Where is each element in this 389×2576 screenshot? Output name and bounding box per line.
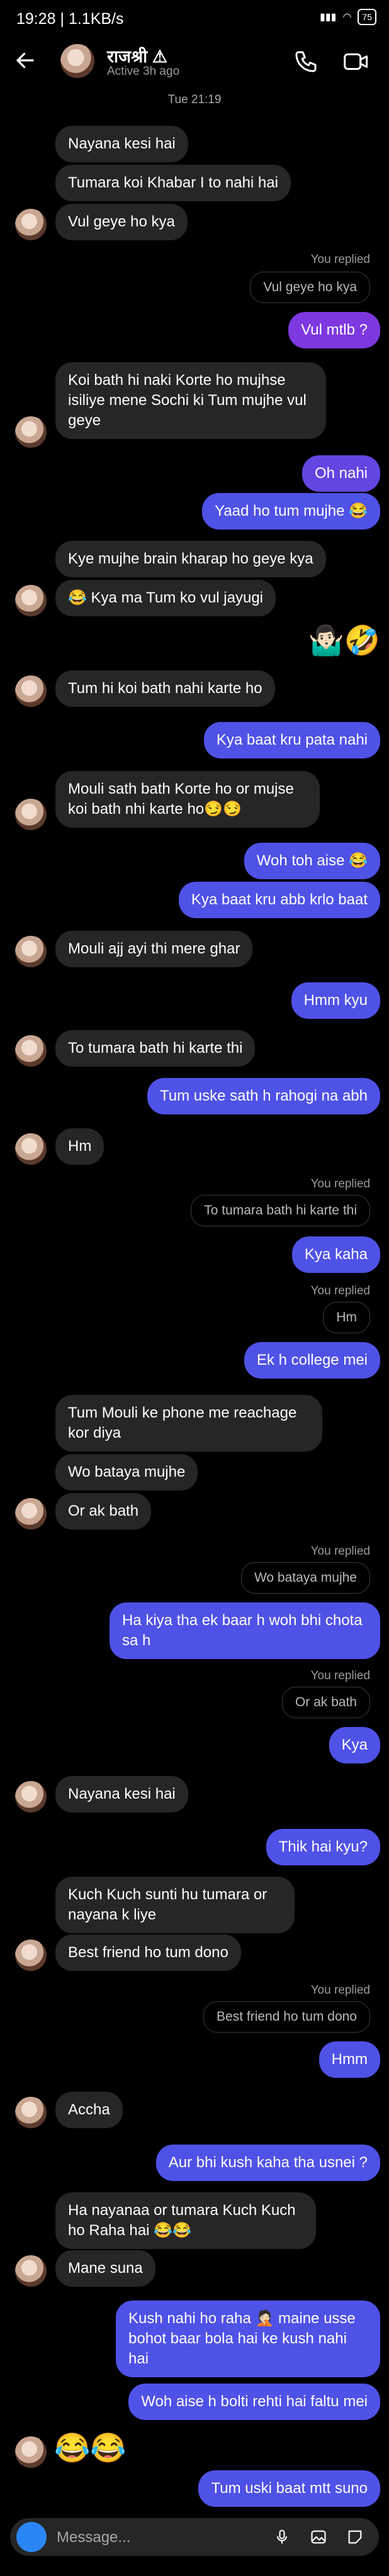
incoming-message[interactable]: To tumara bath hi karte thi	[55, 1030, 256, 1067]
microphone-icon[interactable]	[273, 2528, 291, 2546]
sender-avatar[interactable]	[15, 799, 47, 830]
outgoing-emoji[interactable]: 🤷🏻‍♂️🤣	[308, 624, 380, 657]
sender-avatar[interactable]	[15, 2097, 47, 2128]
incoming-emoji[interactable]: 😂😂	[54, 2431, 127, 2464]
video-call-icon[interactable]	[342, 49, 370, 74]
outgoing-message[interactable]: Hmm	[319, 2041, 380, 2078]
outgoing-message[interactable]: Vul mtlb ?	[288, 312, 380, 348]
incoming-message[interactable]: Or ak bath	[55, 1493, 152, 1530]
incoming-message[interactable]: 😂 Kya ma Tum ko vul jayugi	[55, 580, 276, 616]
sender-avatar[interactable]	[15, 2255, 47, 2287]
outgoing-message[interactable]: Yaad ho tum mujhe 😂	[202, 493, 380, 530]
battery-icon: 75	[358, 9, 376, 25]
quoted-message[interactable]: Wo bataya mujhe	[240, 1562, 370, 1594]
incoming-message[interactable]: Mane suna	[55, 2250, 155, 2287]
back-arrow-icon[interactable]	[14, 49, 37, 72]
message-input[interactable]: Message...	[57, 2529, 130, 2546]
incoming-message[interactable]: Nayana kesi hai	[55, 126, 188, 162]
outgoing-message[interactable]: Thik hai kyu?	[266, 1829, 380, 1865]
incoming-message[interactable]: Tum hi koi bath nahi karte ho	[55, 670, 275, 707]
you-replied-label: You replied	[310, 1984, 370, 1997]
incoming-message[interactable]: Kye mujhe brain kharap ho geye kya	[55, 541, 326, 577]
quoted-message[interactable]: Best friend ho tum dono	[203, 2001, 370, 2033]
you-replied-label: You replied	[310, 253, 370, 266]
incoming-message[interactable]: Tumara koi Khabar I to nahi hai	[55, 165, 291, 201]
incoming-message[interactable]: Ha nayanaa or tumara Kuch Kuch ho Raha h…	[55, 2192, 316, 2249]
outgoing-message[interactable]: Woh aise h bolti rehti hai faltu mei	[128, 2384, 380, 2420]
incoming-message[interactable]: Tum Mouli ke phone me reachage kor diya	[55, 1395, 322, 1452]
message-list[interactable]: Tue 21:19 Nayana kesi hai Tumara koi Kha…	[0, 91, 389, 2512]
outgoing-message[interactable]: Tum uski baat mtt suno	[198, 2470, 380, 2507]
incoming-message[interactable]: Nayana kesi hai	[55, 1776, 188, 1813]
outgoing-message[interactable]: Hmm kyu	[291, 982, 380, 1019]
incoming-message[interactable]: Mouli ajj ayi thi mere ghar	[55, 931, 253, 967]
status-icons: ▮▮▮ ◠ 75	[320, 9, 376, 25]
incoming-message[interactable]: Vul geye ho kya	[55, 204, 188, 240]
outgoing-message[interactable]: Kya baat kru abb krlo baat	[178, 882, 380, 918]
sender-avatar[interactable]	[15, 416, 47, 448]
you-replied-label: You replied	[310, 1284, 370, 1297]
contact-active-status: Active 3h ago	[107, 65, 180, 78]
quoted-message[interactable]: Or ak bath	[281, 1687, 370, 1718]
sender-avatar[interactable]	[15, 675, 47, 707]
incoming-message[interactable]: Accha	[55, 2092, 123, 2128]
signal-icon: ▮▮▮	[320, 12, 337, 23]
sticker-icon[interactable]	[346, 2528, 364, 2546]
sender-avatar[interactable]	[15, 2436, 47, 2468]
incoming-message[interactable]: Wo bataya mujhe	[55, 1454, 198, 1491]
quoted-message[interactable]: To tumara bath hi karte thi	[191, 1195, 370, 1226]
quoted-message[interactable]: Hm	[323, 1302, 370, 1333]
you-replied-label: You replied	[310, 1545, 370, 1558]
warning-icon: ⚠	[152, 47, 167, 66]
sender-avatar[interactable]	[15, 1035, 47, 1067]
incoming-message[interactable]: Hm	[55, 1128, 104, 1165]
incoming-message[interactable]: Mouli sath bath Korte ho or mujse koi ba…	[55, 771, 320, 828]
outgoing-message[interactable]: Kya kaha	[291, 1236, 380, 1273]
you-replied-label: You replied	[310, 1177, 370, 1191]
phone-call-icon[interactable]	[293, 49, 319, 74]
sender-avatar[interactable]	[15, 1940, 47, 1971]
outgoing-message[interactable]: Ek h college mei	[244, 1342, 380, 1379]
outgoing-message[interactable]: Kya baat kru pata nahi	[203, 722, 380, 758]
gallery-icon[interactable]	[310, 2528, 327, 2546]
sender-avatar[interactable]	[15, 1133, 47, 1165]
outgoing-message[interactable]: Woh toh aise 😂	[244, 843, 380, 879]
outgoing-message[interactable]: Aur bhi kush kaha tha usnei ?	[155, 2145, 380, 2181]
status-time: 19:28 | 1.1KB/s	[16, 10, 124, 28]
outgoing-message[interactable]: Oh nahi	[302, 455, 380, 492]
wifi-icon: ◠	[342, 12, 352, 23]
quoted-message[interactable]: Vul geye ho kya	[250, 272, 370, 303]
camera-icon[interactable]	[16, 2522, 47, 2552]
sender-avatar[interactable]	[15, 1781, 47, 1813]
date-separator: Tue 21:19	[167, 93, 222, 106]
incoming-message[interactable]: Best friend ho tum dono	[55, 1935, 241, 1971]
outgoing-message[interactable]: Kya	[329, 1727, 380, 1763]
outgoing-message[interactable]: Kush nahi ho raha 🤦🏻 maine usse bohot ba…	[116, 2301, 380, 2377]
you-replied-label: You replied	[310, 1669, 370, 1682]
sender-avatar[interactable]	[15, 1498, 47, 1530]
outgoing-message[interactable]: Ha kiya tha ek baar h woh bhi chota sa h	[110, 1602, 380, 1659]
status-bar: 19:28 | 1.1KB/s ▮▮▮ ◠ 75	[0, 0, 389, 33]
outgoing-message[interactable]: Tum uske sath h rahogi na abh	[147, 1078, 380, 1114]
sender-avatar[interactable]	[15, 585, 47, 616]
contact-avatar[interactable]	[60, 44, 94, 78]
composer-actions	[273, 2528, 364, 2546]
chat-header: राजश्री ⚠ Active 3h ago	[0, 33, 389, 91]
sender-avatar[interactable]	[15, 209, 47, 240]
incoming-message[interactable]: Koi bath hi naki Korte ho mujhse isiliye…	[55, 362, 326, 439]
message-input-box[interactable]: Message...	[10, 2518, 379, 2556]
message-composer: Message...	[0, 2512, 389, 2576]
incoming-message[interactable]: Kuch Kuch sunti hu tumara or nayana k li…	[55, 1877, 295, 1933]
contact-name[interactable]: राजश्री ⚠	[107, 44, 167, 67]
sender-avatar[interactable]	[15, 936, 47, 967]
